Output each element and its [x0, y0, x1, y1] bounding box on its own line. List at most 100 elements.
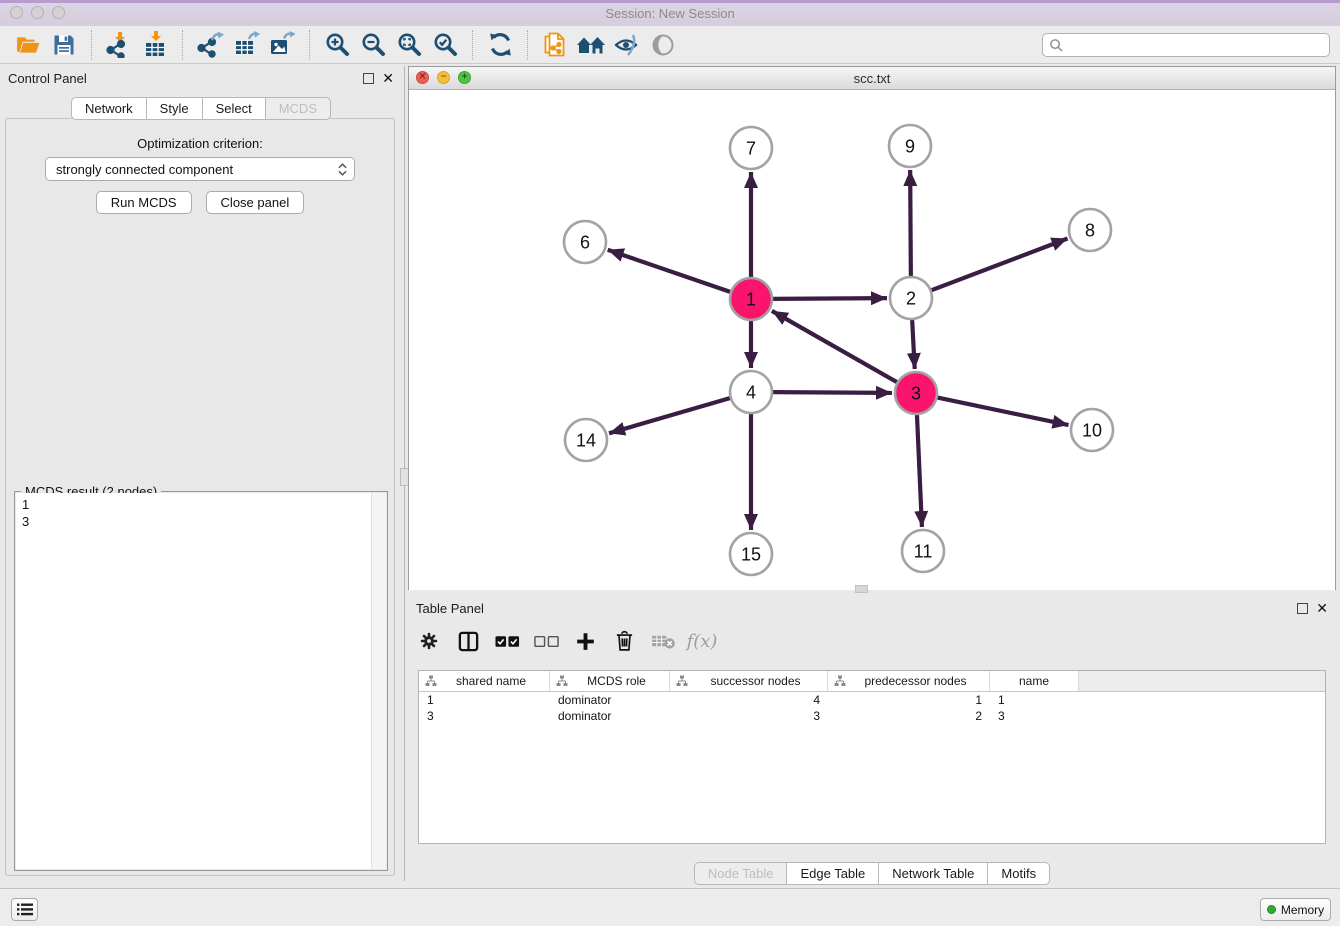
- delete-column-icon[interactable]: [609, 626, 639, 656]
- graph-node-label-1: 1: [746, 289, 756, 309]
- status-bar: Memory: [0, 888, 1340, 926]
- close-window-button[interactable]: [10, 6, 23, 19]
- graph-node-label-14: 14: [576, 430, 596, 450]
- table-row[interactable]: 1dominator411: [419, 692, 1325, 708]
- graph-edge-3-11[interactable]: [917, 415, 922, 527]
- network-minimize-button[interactable]: −: [437, 71, 450, 84]
- tab-motifs[interactable]: Motifs: [987, 862, 1050, 885]
- settings-gear-icon[interactable]: [414, 626, 444, 656]
- node-table[interactable]: shared name MCDS role successor nodes pr…: [418, 670, 1326, 844]
- window-controls[interactable]: [10, 6, 65, 19]
- column-header-successor-nodes[interactable]: successor nodes: [670, 671, 828, 691]
- table-tabs: Node TableEdge TableNetwork TableMotifs: [408, 862, 1336, 885]
- graph-svg: 1234678910111415: [409, 90, 1335, 590]
- show-all-columns-icon[interactable]: [492, 626, 522, 656]
- search-field[interactable]: [1042, 33, 1330, 57]
- column-header-MCDS-role[interactable]: MCDS role: [550, 671, 670, 691]
- add-column-icon[interactable]: [570, 626, 600, 656]
- graph-edge-3-1[interactable]: [772, 311, 897, 382]
- zoom-window-button[interactable]: [52, 6, 65, 19]
- show-panels-menu-button[interactable]: [11, 898, 38, 921]
- table-cell[interactable]: dominator: [550, 693, 670, 707]
- minimize-window-button[interactable]: [31, 6, 44, 19]
- tab-node-table[interactable]: Node Table: [694, 862, 787, 885]
- mcds-result-group: MCDS result (2 nodes) 1 3: [14, 491, 388, 871]
- delete-table-icon[interactable]: [648, 626, 678, 656]
- graph-edge-2-9[interactable]: [910, 170, 911, 276]
- graph-edge-1-2[interactable]: [773, 298, 887, 299]
- import-table-icon[interactable]: [140, 30, 170, 60]
- tab-edge-table[interactable]: Edge Table: [786, 862, 878, 885]
- criterion-select[interactable]: strongly connected component: [45, 157, 355, 181]
- run-mcds-button[interactable]: Run MCDS: [96, 191, 192, 214]
- open-file-icon[interactable]: [13, 30, 43, 60]
- graph-node-label-4: 4: [746, 382, 756, 402]
- tab-mcds[interactable]: MCDS: [265, 97, 331, 120]
- close-table-panel-icon[interactable]: ✕: [1316, 603, 1328, 614]
- tab-network-table[interactable]: Network Table: [878, 862, 987, 885]
- graph-edge-2-3[interactable]: [912, 320, 915, 369]
- close-panel-icon[interactable]: ✕: [382, 73, 394, 84]
- column-header-predecessor-nodes[interactable]: predecessor nodes: [828, 671, 990, 691]
- graph-edge-3-10[interactable]: [938, 398, 1069, 426]
- network-close-button[interactable]: ✕: [416, 71, 429, 84]
- function-builder-icon[interactable]: f(x): [687, 626, 717, 656]
- network-maximize-button[interactable]: +: [458, 71, 471, 84]
- search-input[interactable]: [1042, 33, 1330, 57]
- tab-select[interactable]: Select: [202, 97, 265, 120]
- export-network-icon[interactable]: [195, 30, 225, 60]
- table-toolbar: f(x): [414, 626, 717, 656]
- graph-edge-2-8[interactable]: [932, 239, 1068, 291]
- home-icon[interactable]: [576, 30, 606, 60]
- graph-edge-4-14[interactable]: [609, 398, 730, 433]
- table-cell[interactable]: dominator: [550, 709, 670, 723]
- float-table-panel-icon[interactable]: [1297, 603, 1308, 614]
- graph-node-label-7: 7: [746, 138, 756, 158]
- graph-edge-4-3[interactable]: [773, 392, 892, 393]
- float-panel-icon[interactable]: [363, 73, 374, 84]
- table-cell[interactable]: 3: [990, 709, 1079, 723]
- memory-button[interactable]: Memory: [1260, 898, 1331, 921]
- save-session-icon[interactable]: [49, 30, 79, 60]
- mcds-result-scrollbar[interactable]: [371, 493, 386, 869]
- mcds-result-text[interactable]: 1 3: [16, 493, 386, 869]
- node-table-header[interactable]: shared name MCDS role successor nodes pr…: [419, 671, 1325, 692]
- network-canvas[interactable]: 1234678910111415: [409, 90, 1335, 590]
- tab-style[interactable]: Style: [146, 97, 202, 120]
- network-file-icon[interactable]: [540, 30, 570, 60]
- network-window-titlebar[interactable]: ✕ − + scc.txt: [409, 67, 1335, 90]
- zoom-in-icon[interactable]: [322, 30, 352, 60]
- zoom-out-icon[interactable]: [358, 30, 388, 60]
- hide-panels-icon[interactable]: [612, 30, 642, 60]
- apply-layout-icon[interactable]: [485, 30, 515, 60]
- table-cell[interactable]: 4: [670, 693, 828, 707]
- zoom-fit-icon[interactable]: [394, 30, 424, 60]
- tab-network[interactable]: Network: [71, 97, 146, 120]
- table-cell[interactable]: 1: [828, 693, 990, 707]
- zoom-selected-icon[interactable]: [430, 30, 460, 60]
- import-network-icon[interactable]: [104, 30, 134, 60]
- column-header-shared-name[interactable]: shared name: [419, 671, 550, 691]
- column-header-name[interactable]: name: [990, 671, 1079, 691]
- column-selector-icon[interactable]: [453, 626, 483, 656]
- export-image-icon[interactable]: [267, 30, 297, 60]
- export-table-icon[interactable]: [231, 30, 261, 60]
- close-panel-button[interactable]: Close panel: [206, 191, 305, 214]
- table-cell[interactable]: 1: [990, 693, 1079, 707]
- app-titlebar: Session: New Session: [0, 0, 1340, 26]
- table-panel: Table Panel ✕ f(x) shared name: [408, 596, 1336, 888]
- optimization-criterion-label: Optimization criterion:: [6, 136, 394, 151]
- node-table-body[interactable]: 1dominator4113dominator323: [419, 692, 1325, 724]
- table-row[interactable]: 3dominator323: [419, 708, 1325, 724]
- table-cell[interactable]: 3: [670, 709, 828, 723]
- graph-node-label-10: 10: [1082, 420, 1102, 440]
- show-panels-icon[interactable]: [648, 30, 678, 60]
- table-panel-title: Table Panel: [416, 601, 484, 616]
- graph-edge-1-6[interactable]: [608, 250, 730, 292]
- graph-node-label-15: 15: [741, 544, 761, 564]
- hide-all-columns-icon[interactable]: [531, 626, 561, 656]
- table-cell[interactable]: 2: [828, 709, 990, 723]
- table-cell[interactable]: 3: [419, 709, 550, 723]
- table-cell[interactable]: 1: [419, 693, 550, 707]
- network-resize-grip[interactable]: [855, 585, 868, 593]
